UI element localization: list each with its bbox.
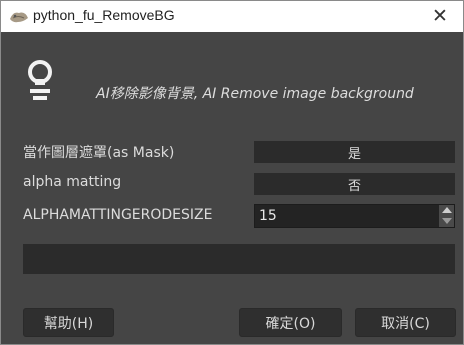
progress-bar bbox=[23, 244, 455, 274]
increment-arrow-icon[interactable] bbox=[442, 207, 452, 213]
decrement-arrow-icon[interactable] bbox=[442, 218, 452, 224]
cancel-button[interactable]: 取消(C) bbox=[355, 308, 456, 337]
as-mask-value: 是 bbox=[347, 146, 361, 162]
alpha-matting-toggle[interactable]: 否 bbox=[254, 173, 455, 195]
alpha-matting-value: 否 bbox=[347, 178, 361, 194]
alpha-matting-label: alpha matting bbox=[23, 174, 122, 190]
help-button[interactable]: 幫助(H) bbox=[23, 308, 114, 337]
plugin-description: AI移除影像背景, AI Remove image background bbox=[96, 86, 414, 102]
as-mask-toggle[interactable]: 是 bbox=[254, 141, 455, 163]
help-button-label: 幫助(H) bbox=[43, 315, 94, 332]
erode-size-value: 15 bbox=[259, 208, 277, 224]
erode-size-label: ALPHAMATTINGERODESIZE bbox=[23, 207, 213, 223]
cancel-button-label: 取消(C) bbox=[381, 315, 430, 332]
title-bar: python_fu_RemoveBG ✕ bbox=[1, 1, 463, 32]
as-mask-label: 當作圖層遮罩(as Mask) bbox=[23, 145, 175, 161]
ok-button-label: 確定(O) bbox=[265, 315, 316, 332]
close-icon: ✕ bbox=[432, 5, 448, 27]
lightbulb-icon bbox=[28, 60, 52, 100]
gimp-icon bbox=[10, 12, 28, 23]
ok-button[interactable]: 確定(O) bbox=[239, 308, 342, 337]
erode-size-spinner[interactable]: 15 bbox=[254, 204, 455, 228]
close-button[interactable]: ✕ bbox=[417, 1, 463, 32]
spinner-arrows[interactable] bbox=[439, 205, 454, 227]
dialog-window: python_fu_RemoveBG ✕ AI移除影像背景, AI Remove… bbox=[0, 0, 464, 345]
window-title: python_fu_RemoveBG bbox=[33, 7, 175, 23]
